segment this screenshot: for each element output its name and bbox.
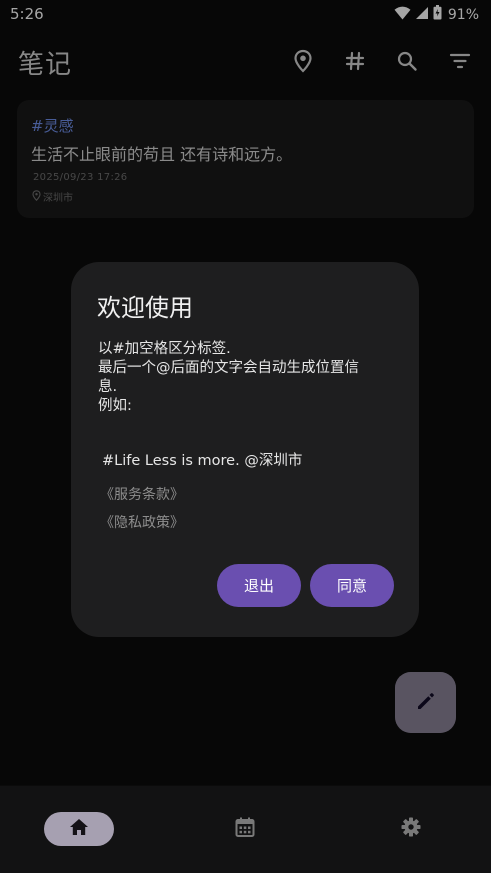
dialog-title: 欢迎使用 (97, 294, 193, 322)
welcome-dialog: 欢迎使用 以#加空格区分标签. 最后一个@后面的文字会自动生成位置信 息. 例如… (71, 262, 419, 637)
privacy-link[interactable]: 《隐私政策》 (100, 512, 184, 532)
dialog-body-line: 例如: (98, 398, 132, 414)
exit-button-label: 退出 (243, 577, 274, 595)
terms-link[interactable]: 《服务条款》 (100, 484, 184, 504)
app-screen: 5:26 91% 笔记 #灵感 生活不止眼前的苟且 还有诗和远方。 2025/0… (0, 0, 491, 873)
agree-button[interactable]: 同意 (310, 564, 394, 607)
nav-scrim (0, 786, 491, 873)
dialog-body-line: 最后一个@后面的文字会自动生成位置信 (98, 360, 359, 376)
dialog-example: #Life Less is more. @深圳市 (102, 453, 303, 469)
dialog-body: 以#加空格区分标签. 最后一个@后面的文字会自动生成位置信 息. 例如: (98, 340, 398, 416)
bottom-navigation (0, 786, 491, 873)
exit-button[interactable]: 退出 (217, 564, 301, 607)
dialog-body-line: 息. (98, 379, 118, 395)
dialog-body-line: 以#加空格区分标签. (98, 341, 231, 357)
agree-button-label: 同意 (336, 577, 367, 595)
